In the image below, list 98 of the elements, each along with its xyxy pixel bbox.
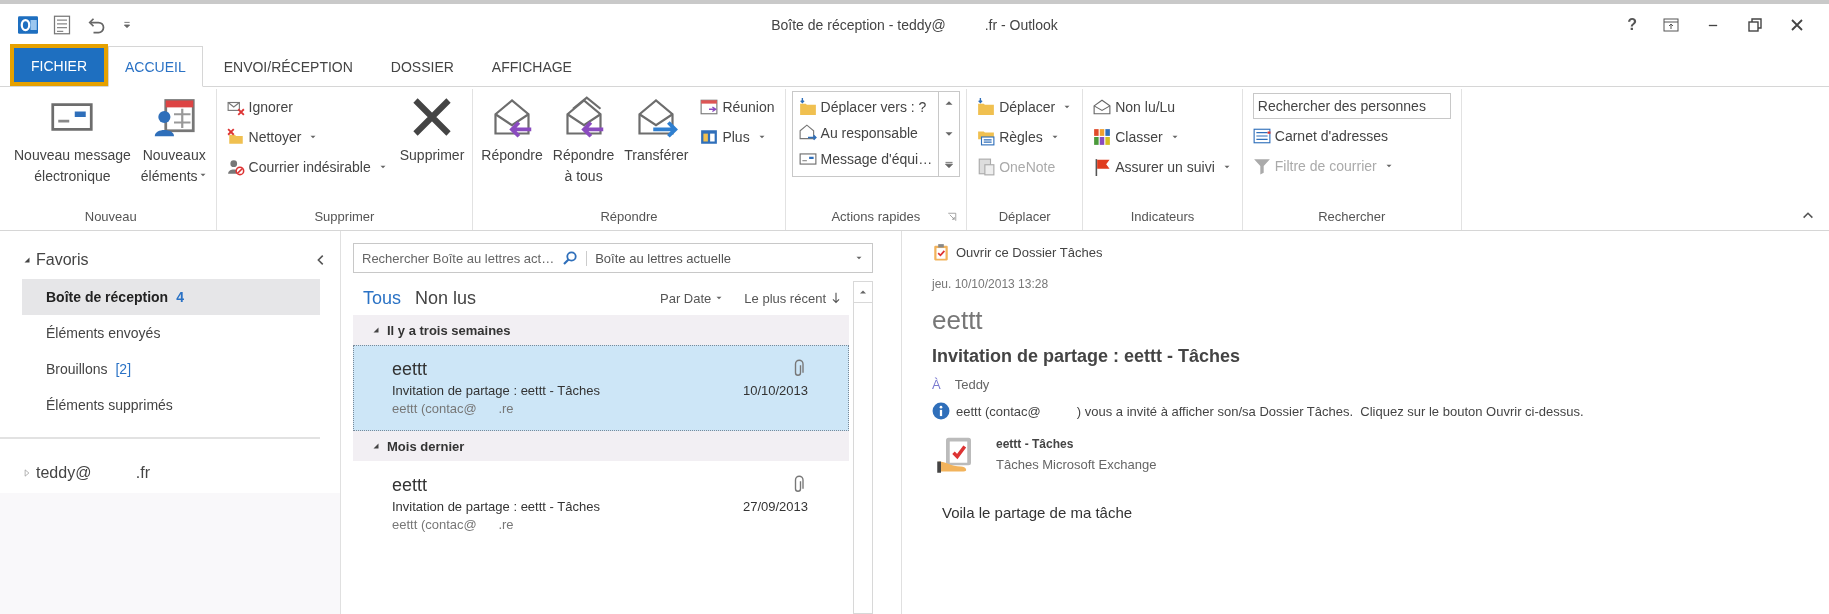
- to-label: À: [932, 377, 941, 392]
- folder-name: Boîte de réception: [46, 289, 169, 305]
- outlook-logo-icon: [18, 15, 38, 35]
- scrollbar[interactable]: [853, 281, 873, 614]
- calendar-icon: [700, 97, 719, 116]
- info-message: eettt (contac@ ) vous a invité à afficher son/sa Dossier Tâches. Cliquez sur le bouton Ouvrir ci-dessus.: [956, 403, 1584, 419]
- ribbon-button[interactable]: Classer: [1093, 123, 1232, 150]
- group-label: Indicateurs: [1130, 208, 1195, 224]
- message-subject: Invitation de partage : eettt - Tâches: [932, 346, 1241, 367]
- message-body: Voila le partage de ma tâche: [941, 504, 1133, 521]
- folder-name: Éléments envoyés: [46, 325, 161, 341]
- ribbon-button[interactable]: Ignorer: [226, 93, 388, 120]
- group-label: Répondre: [600, 208, 658, 224]
- window-icon: [700, 127, 719, 146]
- color-grid-icon: [1093, 127, 1112, 146]
- ribbon-button[interactable]: Nouveaux éléments: [138, 93, 210, 202]
- ribbon-button[interactable]: Non lu/Lu: [1093, 93, 1232, 120]
- message-item[interactable]: eettt Invitation de partage : eettt - Tâches 10/10/2013 eettt (contac@ .re: [353, 345, 849, 431]
- attachment-title: eettt - Tâches: [996, 436, 1075, 451]
- people-search-field[interactable]: Rechercher des personnes: [1252, 93, 1451, 119]
- search-scope-dropdown[interactable]: Boîte au lettres actuelle: [586, 250, 846, 266]
- help-button[interactable]: ?: [1627, 16, 1637, 34]
- ribbon-display-icon: [1663, 17, 1679, 33]
- clipboard-check-icon: [932, 243, 950, 261]
- group-label: Rechercher: [1318, 208, 1386, 224]
- favorites-header[interactable]: Favoris: [36, 251, 89, 269]
- restore-icon: [1747, 17, 1763, 33]
- search-placeholder: Rechercher Boîte au lettres act…: [362, 250, 555, 266]
- recipient-name: Teddy: [954, 377, 990, 392]
- ribbon-tab[interactable]: DOSSIER: [373, 46, 471, 87]
- sort-dropdown[interactable]: Par Date: [660, 290, 731, 306]
- ribbon-button[interactable]: Supprimer: [397, 93, 467, 202]
- folder-item[interactable]: Brouillons [2]: [22, 351, 320, 387]
- sort-order-button[interactable]: Le plus récent: [744, 290, 849, 306]
- folder-arrow-icon: [798, 98, 817, 116]
- envelope-open-icon: [1093, 97, 1112, 116]
- ribbon-button[interactable]: Nouveau message électronique: [12, 93, 133, 202]
- folder-item[interactable]: Boîte de réception 4: [22, 279, 320, 315]
- quick-step-item[interactable]: Au responsable: [798, 120, 933, 146]
- address-book-icon: [1252, 126, 1271, 145]
- item-count: [2]: [115, 361, 132, 377]
- group-label: Déplacer: [998, 208, 1051, 224]
- ribbon-button[interactable]: Règles: [977, 123, 1073, 150]
- search-icon: [562, 250, 579, 266]
- message-sender: eettt: [392, 358, 428, 380]
- folder-name: Éléments supprimés: [46, 397, 173, 413]
- ribbon-button[interactable]: Déplacer: [977, 93, 1073, 120]
- ribbon-button[interactable]: Répondre: [479, 93, 545, 202]
- folder-x-icon: [226, 127, 245, 146]
- envelope-arrow-icon: [798, 124, 817, 142]
- folder-item[interactable]: Éléments envoyés: [22, 315, 320, 351]
- folder-item[interactable]: Éléments supprimés: [22, 387, 320, 423]
- message-preview: eettt (contac@ .re: [392, 400, 515, 416]
- window-title: Boîte de réception - teddy@ .fr - Outlook: [771, 17, 1058, 33]
- message-item[interactable]: eettt Invitation de partage : eettt - Tâches 27/09/2013 eettt (contac@ .re: [353, 461, 849, 547]
- ribbon-tab[interactable]: ACCUEIL: [108, 46, 203, 87]
- ribbon-button[interactable]: Répondre à tous: [550, 93, 617, 202]
- ribbon-button[interactable]: Réunion: [700, 93, 775, 120]
- ribbon-button[interactable]: Transférer: [622, 93, 691, 202]
- flag-icon: [1093, 157, 1112, 176]
- group-label: Supprimer: [314, 208, 375, 224]
- ribbon-button[interactable]: Carnet d'adresses: [1252, 122, 1451, 149]
- note-icon: [977, 157, 996, 176]
- person-block-icon: [226, 157, 245, 176]
- message-preview: eettt (contac@ .re: [392, 516, 515, 532]
- envelope-icon: [798, 150, 817, 168]
- message-date: 27/09/2013: [742, 498, 808, 514]
- ribbon-button[interactable]: Plus: [700, 123, 775, 150]
- ribbon-tab[interactable]: ENVOI/RÉCEPTION: [206, 46, 370, 87]
- quick-step-item[interactable]: Message d'équi…: [798, 146, 933, 172]
- group-header[interactable]: Il y a trois semaines: [353, 315, 849, 345]
- message-date: 10/10/2013: [742, 382, 808, 398]
- filter-tab[interactable]: Non lus: [415, 287, 477, 309]
- close-icon: [1789, 17, 1805, 33]
- funnel-icon: [1252, 156, 1271, 175]
- attachment-subtitle: Tâches Microsoft Exchange: [996, 456, 1157, 472]
- group-label: Nouveau: [84, 208, 137, 224]
- filter-tab[interactable]: Tous: [363, 287, 402, 309]
- folder-icon: [977, 97, 996, 116]
- folder-name: Brouillons: [46, 361, 108, 377]
- document-icon: [52, 15, 72, 35]
- info-icon: [932, 402, 950, 420]
- account-item[interactable]: teddy@ .fr: [36, 464, 151, 482]
- mailbox-search-field[interactable]: Rechercher Boîte au lettres act… Boîte au lettres actuelle: [353, 243, 873, 273]
- ribbon-button[interactable]: Assurer un suivi: [1093, 153, 1232, 180]
- ribbon-tab[interactable]: AFFICHAGE: [474, 46, 589, 87]
- message-sender: eettt: [392, 474, 428, 496]
- ribbon-button[interactable]: Nettoyer: [226, 123, 388, 150]
- quick-step-item[interactable]: Déplacer vers : ?: [798, 94, 933, 120]
- item-count: 4: [176, 289, 184, 305]
- group-header[interactable]: Mois dernier: [353, 431, 849, 461]
- sent-date: jeu. 10/10/2013 13:28: [932, 277, 1049, 291]
- open-folder-link[interactable]: Ouvrir ce Dossier Tâches: [956, 244, 1103, 260]
- message-subject: Invitation de partage : eettt - Tâches: [392, 498, 600, 514]
- group-label: Actions rapides: [831, 208, 921, 224]
- ribbon-button[interactable]: Courrier indésirable: [226, 153, 388, 180]
- message-subject: Invitation de partage : eettt - Tâches: [392, 382, 600, 398]
- sender-name: eettt: [932, 305, 983, 336]
